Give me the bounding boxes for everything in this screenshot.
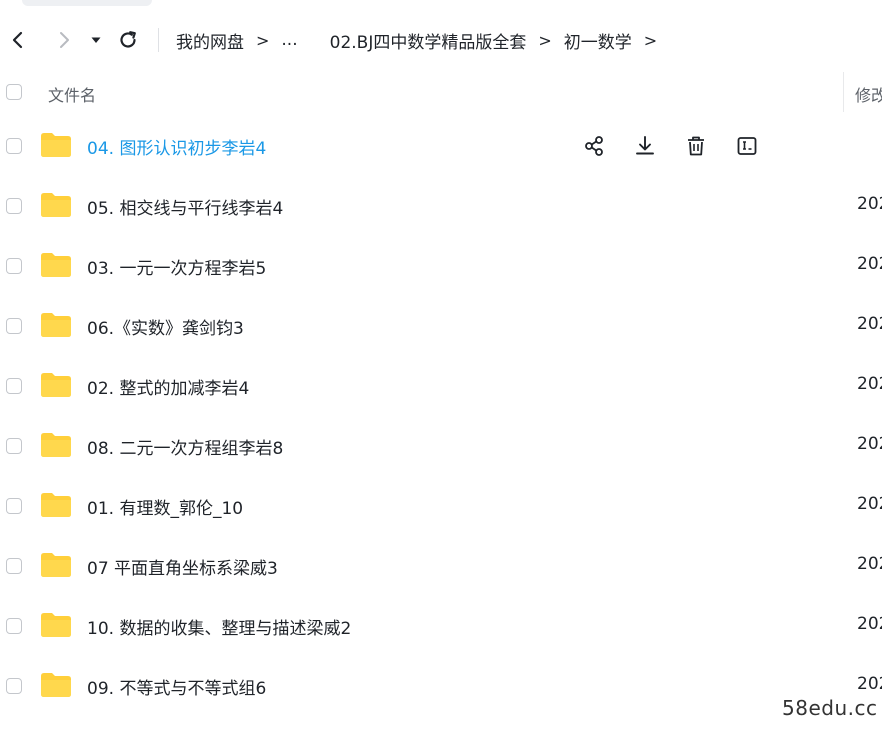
row-checkbox[interactable] [6,318,22,334]
delete-icon [688,136,704,156]
breadcrumb-separator: > [643,30,658,50]
file-row[interactable]: 08. 二元一次方程组李岩8 202 [0,416,882,476]
row-checkbox[interactable] [6,378,22,394]
row-checkbox[interactable] [6,498,22,514]
refresh-icon [120,31,136,48]
breadcrumb: 我的网盘 > ... 02.BJ四中数学精品版全套 > 初一数学 > [176,26,669,54]
breadcrumb-level1[interactable]: 02.BJ四中数学精品版全套 [330,28,527,53]
file-name[interactable]: 09. 不等式与不等式组6 [87,674,266,699]
file-row[interactable]: 01. 有理数_郭伦_10 202 [0,476,882,536]
file-name[interactable]: 10. 数据的收集、整理与描述梁威2 [87,614,351,639]
folder-icon [41,673,71,697]
share-icon [585,136,603,156]
file-modified-date: 202 [857,254,882,274]
breadcrumb-separator: > [538,30,552,50]
file-name[interactable]: 05. 相交线与平行线李岩4 [87,194,283,219]
forward-button[interactable] [48,24,80,56]
breadcrumb-ellipsis[interactable]: ... [281,30,297,50]
watermark-text: 58edu.cc [782,696,878,720]
folder-icon [41,313,71,337]
file-modified-date: 202 [857,614,882,634]
column-divider[interactable] [843,72,844,112]
file-row[interactable]: 09. 不等式与不等式组6 202 [0,656,882,716]
file-name[interactable]: 07 平面直角坐标系梁威3 [87,554,278,579]
folder-icon [41,433,71,457]
file-row[interactable]: 10. 数据的收集、整理与描述梁威2 202 [0,596,882,656]
file-name[interactable]: 04. 图形认识初步李岩4 [87,134,266,159]
share-button[interactable] [580,132,608,160]
file-name[interactable]: 01. 有理数_郭伦_10 [87,494,243,519]
breadcrumb-level2[interactable]: 初一数学 [564,28,632,53]
column-header-name[interactable]: 文件名 [48,82,96,106]
folder-icon [41,193,71,217]
file-modified-date: 202 [857,374,882,394]
back-button[interactable] [2,24,34,56]
caret-down-icon [91,37,101,43]
file-modified-date: 202 [857,674,882,694]
folder-icon [41,373,71,397]
select-all-checkbox[interactable] [6,84,22,100]
folder-icon [41,253,71,277]
file-name[interactable]: 03. 一元一次方程李岩5 [87,254,266,279]
file-name[interactable]: 02. 整式的加减李岩4 [87,374,249,399]
row-checkbox[interactable] [6,618,22,634]
rename-icon [737,137,757,155]
file-row[interactable]: 05. 相交线与平行线李岩4 202 [0,176,882,236]
folder-icon [41,133,71,157]
row-checkbox[interactable] [6,138,22,154]
top-toolbar: 我的网盘 > ... 02.BJ四中数学精品版全套 > 初一数学 > [0,0,882,78]
row-checkbox[interactable] [6,198,22,214]
file-modified-date: 202 [857,554,882,574]
chevron-left-icon [12,31,23,49]
file-modified-date: 202 [857,314,882,334]
row-checkbox[interactable] [6,258,22,274]
folder-icon [41,553,71,577]
download-button[interactable] [631,132,659,160]
file-row[interactable]: 03. 一元一次方程李岩5 202 [0,236,882,296]
history-dropdown-button[interactable] [82,24,110,56]
file-list-header: 文件名 修改 [0,72,882,116]
file-row[interactable]: 07 平面直角坐标系梁威3 202 [0,536,882,596]
file-row[interactable]: 02. 整式的加减李岩4 202 [0,356,882,416]
row-checkbox[interactable] [6,678,22,694]
folder-icon [41,613,71,637]
rename-button[interactable] [733,132,761,160]
delete-button[interactable] [682,132,710,160]
breadcrumb-root[interactable]: 我的网盘 [176,28,244,53]
refresh-button[interactable] [112,24,144,56]
file-name[interactable]: 08. 二元一次方程组李岩8 [87,434,283,459]
file-row[interactable]: 06.《实数》龚剑钧3 202 [0,296,882,356]
file-modified-date: 202 [857,434,882,454]
row-checkbox[interactable] [6,558,22,574]
file-modified-date: 202 [857,194,882,214]
chevron-right-icon [60,32,69,48]
row-checkbox[interactable] [6,438,22,454]
folder-icon [41,493,71,517]
download-icon [636,136,654,155]
file-name[interactable]: 06.《实数》龚剑钧3 [87,314,244,339]
file-row[interactable]: 04. 图形认识初步李岩4 [0,116,882,176]
breadcrumb-separator: > [256,30,270,50]
file-modified-date: 202 [857,494,882,514]
tab-strip-edge [22,0,152,6]
column-header-modified[interactable]: 修改 [855,82,882,106]
toolbar-divider [158,28,159,52]
